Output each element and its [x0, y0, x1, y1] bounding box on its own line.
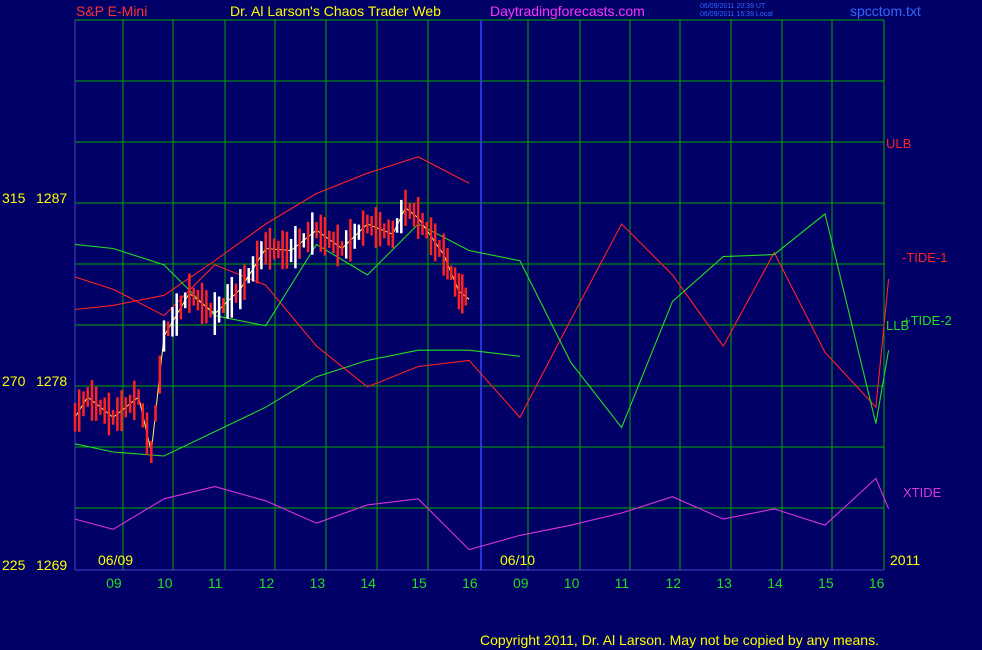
y-label-code: 225: [2, 557, 26, 573]
x-tick-label: 11: [615, 575, 630, 591]
y-label-code: 315: [2, 190, 26, 206]
x-tick-label: 12: [259, 575, 275, 591]
timestamp-ut: 06/09/2011 20:39 UT: [700, 3, 766, 10]
site-link[interactable]: Daytradingforecasts.com: [490, 3, 645, 19]
x-tick-label: 10: [157, 575, 173, 591]
x-tick-label: 14: [360, 575, 376, 591]
x-tick-label: 11: [208, 575, 223, 591]
legend-ulb: ULB: [886, 136, 911, 151]
chart-canvas: S&P E-Mini Dr. Al Larson's Chaos Trader …: [0, 0, 982, 650]
copyright-text: Copyright 2011, Dr. Al Larson. May not b…: [480, 632, 879, 648]
header-title: Dr. Al Larson's Chaos Trader Web: [230, 3, 441, 19]
date-label: 06/10: [500, 552, 535, 568]
x-tick-label: 12: [665, 575, 681, 591]
y-label-price: 1278: [36, 373, 67, 389]
x-tick-label: 13: [716, 575, 732, 591]
y-label-price: 1269: [36, 557, 67, 573]
timestamp-local: 06/09/2011 15:39 Local: [700, 11, 773, 18]
date-label: 06/09: [98, 552, 133, 568]
y-label-code: 270: [2, 373, 26, 389]
x-tick-label: 09: [106, 575, 122, 591]
x-tick-label: 15: [411, 575, 427, 591]
legend-tide2: +TIDE-2: [903, 313, 952, 328]
year-label: 2011: [890, 552, 920, 568]
x-tick-label: 09: [513, 575, 529, 591]
x-tick-label: 15: [818, 575, 834, 591]
x-tick-label: 14: [767, 575, 783, 591]
file-name: spcctom.txt: [850, 3, 921, 19]
legend-xtide: XTIDE: [903, 485, 942, 500]
x-tick-label: 16: [462, 575, 478, 591]
y-label-price: 1287: [36, 190, 67, 206]
x-tick-label: 13: [310, 575, 326, 591]
chart-title: S&P E-Mini: [76, 3, 147, 19]
x-tick-label: 16: [869, 575, 885, 591]
x-tick-label: 10: [564, 575, 580, 591]
legend-tide1: -TIDE-1: [902, 250, 948, 265]
